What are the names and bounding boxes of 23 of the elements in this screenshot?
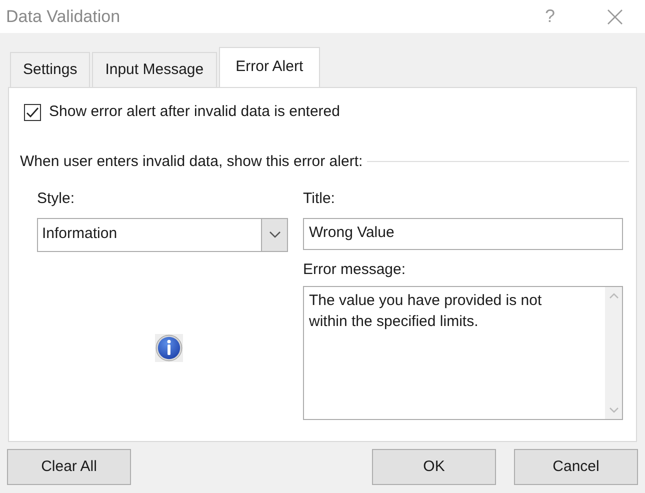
scroll-down-icon[interactable] (608, 407, 618, 413)
chevron-down-icon (268, 231, 280, 238)
dropdown-button[interactable] (261, 218, 287, 250)
tab[interactable]: Error Alert (218, 47, 320, 87)
field-label: Title: (303, 189, 336, 209)
close-icon[interactable] (607, 8, 623, 24)
field-label: Style: (37, 189, 76, 209)
scroll-up-icon[interactable] (608, 293, 618, 299)
dialog-button[interactable]: Cancel (514, 449, 638, 485)
window-title: Data Validation (6, 6, 122, 28)
style-dropdown[interactable]: Information (37, 218, 288, 252)
error-message-text: The value you have provided is not within the specified limits. (308, 291, 543, 332)
tab[interactable]: Input Message (92, 52, 217, 87)
title-input-field[interactable]: Wrong Value (303, 218, 623, 250)
checkbox[interactable] (24, 104, 41, 121)
group-heading: When user enters invalid data, show this error alert: (20, 152, 363, 172)
checkbox-label: Show error alert after invalid data is entered (49, 102, 340, 122)
tab[interactable]: Settings (10, 52, 90, 87)
scrollbar[interactable] (605, 287, 622, 419)
error-message-field[interactable]: The value you have provided is not within the specified limits. (303, 286, 623, 420)
field-label: Error message: (303, 260, 407, 280)
dialog-button[interactable]: OK (372, 449, 496, 485)
dialog-button[interactable]: Clear All (7, 449, 131, 485)
